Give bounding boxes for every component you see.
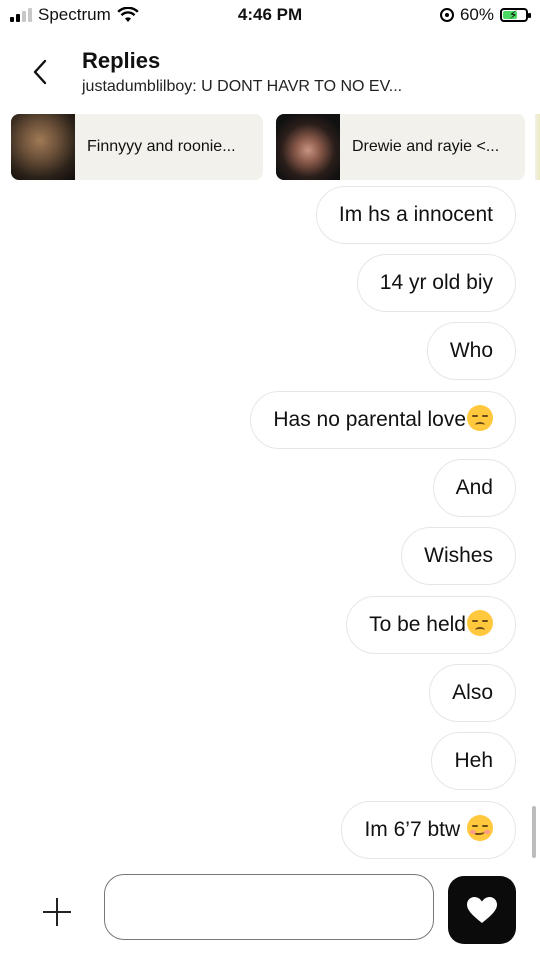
card-drewie[interactable]: Drewie and rayie <...	[276, 114, 525, 180]
message-bubble[interactable]: To be held	[346, 596, 516, 654]
chevron-left-icon	[33, 59, 47, 85]
message-text: Who	[449, 339, 493, 362]
message-bubble[interactable]: Has no parental love	[250, 391, 516, 449]
message-text: 14 yr old biy	[379, 271, 493, 294]
message-input[interactable]	[104, 874, 434, 940]
card-thumbnail	[11, 114, 75, 180]
status-bar: Spectrum 4:46 PM 60% ⚡	[0, 0, 540, 32]
card-thumbnail	[276, 114, 340, 180]
message-text: Also	[452, 681, 493, 704]
message-bubble[interactable]: And	[432, 459, 516, 517]
orientation-lock-icon	[439, 8, 454, 22]
page-title: Replies	[82, 48, 161, 73]
status-right: 60% ⚡	[439, 5, 531, 25]
message-text: Heh	[454, 749, 493, 772]
message-text: Wishes	[424, 544, 493, 567]
message-bubble[interactable]: Heh	[431, 732, 516, 790]
card-overflow-edge[interactable]	[535, 114, 540, 180]
reply-context: justadumblilboy: U DONT HAVR TO NO EV...	[82, 78, 403, 95]
smirking-face-emoji	[467, 815, 493, 841]
scrollbar[interactable]	[532, 806, 536, 858]
message-bubble[interactable]: Also	[429, 664, 516, 722]
cards-row: Finnyyy and roonie... Drewie and rayie <…	[11, 114, 540, 180]
pensive-face-emoji	[467, 610, 493, 636]
composer	[0, 870, 540, 950]
message-text: Im 6’7 btw	[364, 818, 466, 841]
heart-icon	[467, 897, 497, 923]
battery-percent: 60%	[459, 5, 494, 24]
message-bubble[interactable]: Im hs a innocent	[315, 186, 516, 244]
header: Replies justadumblilboy: U DONT HAVR TO …	[0, 40, 540, 104]
message-bubble[interactable]: 14 yr old biy	[356, 254, 516, 312]
message-text: Has no parental love	[273, 408, 466, 431]
add-button[interactable]	[40, 896, 74, 930]
message-text: And	[455, 476, 493, 499]
message-text: Im hs a innocent	[338, 203, 493, 226]
battery-charging-icon: ⚡	[500, 8, 531, 22]
card-finnyyy[interactable]: Finnyyy and roonie...	[11, 114, 263, 180]
card-label: Finnyyy and roonie...	[87, 138, 236, 155]
message-bubble[interactable]: Im 6’7 btw	[341, 801, 516, 859]
message-bubble[interactable]: Wishes	[401, 527, 516, 585]
message-bubble[interactable]: Who	[426, 322, 516, 380]
heart-button[interactable]	[448, 876, 516, 944]
back-button[interactable]	[26, 58, 54, 86]
message-text: To be held	[369, 613, 466, 636]
card-label: Drewie and rayie <...	[352, 138, 500, 155]
pensive-face-emoji	[467, 405, 493, 431]
